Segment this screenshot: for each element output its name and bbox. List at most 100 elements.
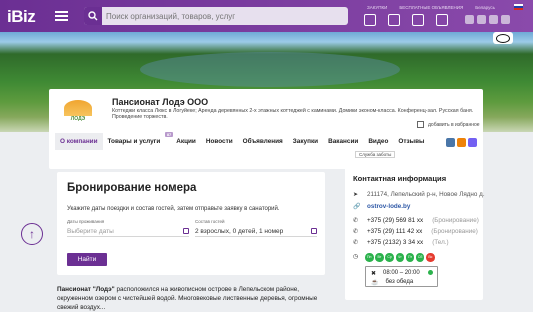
purchases-link[interactable]: ЗАКУПКИ: [367, 5, 387, 10]
clock-row: ◷: [353, 253, 358, 260]
phone-icon: ✆: [353, 229, 359, 235]
about-company-name: Пансионат "Лодэ": [57, 286, 115, 293]
vk-icon[interactable]: [477, 15, 486, 24]
phone-number[interactable]: +375 (29) 569 81 xx: [367, 217, 423, 224]
guests-field[interactable]: 2 взрослых, 0 детей, 1 номер: [195, 226, 317, 237]
guests-value: 2 взрослых, 0 детей, 1 номер: [195, 227, 284, 235]
tab-purchases[interactable]: Закупки: [288, 133, 323, 150]
add-icon[interactable]: [364, 14, 376, 26]
tab-video[interactable]: Видео: [363, 133, 393, 150]
site-logo[interactable]: iBiz: [7, 7, 36, 27]
support-badge[interactable]: Служба заботы: [355, 151, 396, 158]
break-row: ☕ без обеда: [371, 279, 413, 286]
user-icon[interactable]: [436, 14, 448, 26]
address-row: ➤ 211174, Лепельский р-н, Новое Лядно д.: [353, 191, 485, 198]
search-icon[interactable]: [84, 7, 102, 25]
phone-number[interactable]: +375 (29) 111 42 xx: [367, 228, 422, 235]
tab-news[interactable]: Новости: [201, 133, 238, 150]
lake-shape: [140, 52, 400, 87]
dates-field[interactable]: Выберите даты: [67, 226, 189, 237]
about-text: Пансионат "Лодэ" расположился на живопис…: [57, 285, 333, 312]
search-box[interactable]: [84, 7, 348, 25]
scroll-up-icon[interactable]: ↑: [21, 223, 43, 245]
address-text: 211174, Лепельский р-н, Новое Лядно д.: [367, 191, 485, 198]
favorite-toggle[interactable]: добавить в избранное: [417, 121, 480, 128]
clock-icon: ◷: [353, 254, 359, 260]
find-button[interactable]: Найти: [67, 253, 107, 266]
menu-icon[interactable]: [55, 11, 68, 21]
day-badge: Чт: [395, 253, 405, 262]
booking-panel: Бронирование номера Укажите даты поездки…: [57, 172, 325, 275]
dates-label: Даты проживания: [67, 219, 105, 224]
guests-label: Состав гостей: [195, 219, 225, 224]
link-icon: 🔗: [353, 204, 361, 210]
tab-ads[interactable]: Объявления: [238, 133, 288, 150]
break-text: без обеда: [385, 279, 414, 285]
region-link[interactable]: Беларусь: [475, 5, 495, 10]
phone-row[interactable]: ✆ +375 (29) 569 81 xx (Бронирование): [353, 217, 479, 224]
calendar-icon: [311, 228, 317, 234]
search-input[interactable]: [102, 11, 332, 21]
location-icon: ➤: [353, 192, 359, 198]
instagram-icon[interactable]: [465, 15, 474, 24]
phone-row[interactable]: ✆ +375 (29) 111 42 xx (Бронирование): [353, 228, 478, 235]
logo-mark: [64, 100, 92, 116]
booking-title: Бронирование номера: [67, 182, 197, 194]
top-links: ЗАКУПКИ БЕСПЛАТНЫЕ ОБЪЯВЛЕНИЯ Беларусь: [367, 5, 495, 10]
phone-row[interactable]: ✆ +375 (2132) 3 34 xx (Тел.): [353, 239, 449, 246]
contact-title: Контактная информация: [353, 174, 447, 183]
compare-icon[interactable]: [412, 14, 424, 26]
day-badge: Вс: [426, 253, 435, 262]
favorite-checkbox[interactable]: [417, 121, 424, 128]
dates-placeholder: Выберите даты: [67, 227, 114, 235]
day-badge: Пн: [365, 253, 374, 262]
calendar-icon: [183, 228, 189, 234]
booking-subtitle: Укажите даты поездки и состав гостей, за…: [67, 206, 280, 212]
flag-icon[interactable]: [514, 4, 523, 10]
company-tabs: О компании Товары и услуги 87 Акции Новос…: [55, 132, 430, 150]
hours-text: 08:00 – 20:00: [383, 270, 420, 276]
phone-icon: ✆: [353, 240, 359, 246]
share-buttons: [446, 138, 477, 147]
tools-icon: ✖: [371, 271, 377, 277]
phone-note: (Тел.): [432, 239, 449, 246]
day-badge: Пт: [405, 253, 415, 262]
vk-share-icon[interactable]: [446, 138, 455, 147]
viber-share-icon[interactable]: [468, 138, 477, 147]
top-bar: iBiz ЗАКУПКИ БЕСПЛАТНЫЕ ОБЪЯВЛЕНИЯ Белар…: [0, 0, 533, 32]
day-badge: Сб: [415, 253, 425, 262]
phone-icon: ✆: [353, 218, 359, 224]
ok-share-icon[interactable]: [457, 138, 466, 147]
day-badge: Ср: [385, 253, 394, 262]
work-days: Пн Вт Ср Чт Пт Сб Вс: [365, 253, 435, 262]
website-link[interactable]: ostrov-lode.by: [367, 203, 410, 210]
company-card: ЛОДЭ Пансионат Лодэ ООО Коттеджи класса …: [49, 89, 483, 169]
open-status-dot: [428, 270, 433, 275]
tab-promotions[interactable]: Акции: [171, 133, 201, 150]
telegram-icon[interactable]: [501, 15, 510, 24]
hours-box: ✖ 08:00 – 20:00 ☕ без обеда: [365, 266, 438, 287]
tab-reviews[interactable]: Отзывы: [393, 133, 429, 150]
cup-icon: ☕: [371, 280, 379, 286]
accessibility-eye-icon[interactable]: [493, 32, 513, 44]
tab-products-label: Товары и услуги: [107, 138, 161, 145]
favorites-icon[interactable]: [388, 14, 400, 26]
social-links: [465, 15, 510, 24]
logo-text: ЛОДЭ: [70, 116, 86, 122]
tab-vacancies[interactable]: Вакансии: [323, 133, 363, 150]
tab-products[interactable]: Товары и услуги 87: [103, 132, 174, 150]
favorite-label: добавить в избранное: [428, 121, 480, 128]
company-logo: ЛОДЭ: [55, 97, 101, 125]
phone-number[interactable]: +375 (2132) 3 34 xx: [367, 239, 423, 246]
phone-note: (Бронирование): [432, 217, 479, 224]
company-description: Коттеджи класса Люкс в Логуйеке; Аренда …: [112, 108, 474, 121]
contact-panel: Контактная информация ➤ 211174, Лепельски…: [345, 165, 485, 300]
phone-note: (Бронирование): [431, 228, 478, 235]
hours-row: ✖ 08:00 – 20:00: [371, 270, 420, 277]
youtube-icon[interactable]: [489, 15, 498, 24]
website-row[interactable]: 🔗 ostrov-lode.by: [353, 203, 410, 210]
day-badge: Вт: [375, 253, 384, 262]
company-name: Пансионат Лодэ ООО: [112, 97, 209, 107]
free-ads-link[interactable]: БЕСПЛАТНЫЕ ОБЪЯВЛЕНИЯ: [399, 5, 463, 10]
tab-about[interactable]: О компании: [55, 133, 103, 150]
